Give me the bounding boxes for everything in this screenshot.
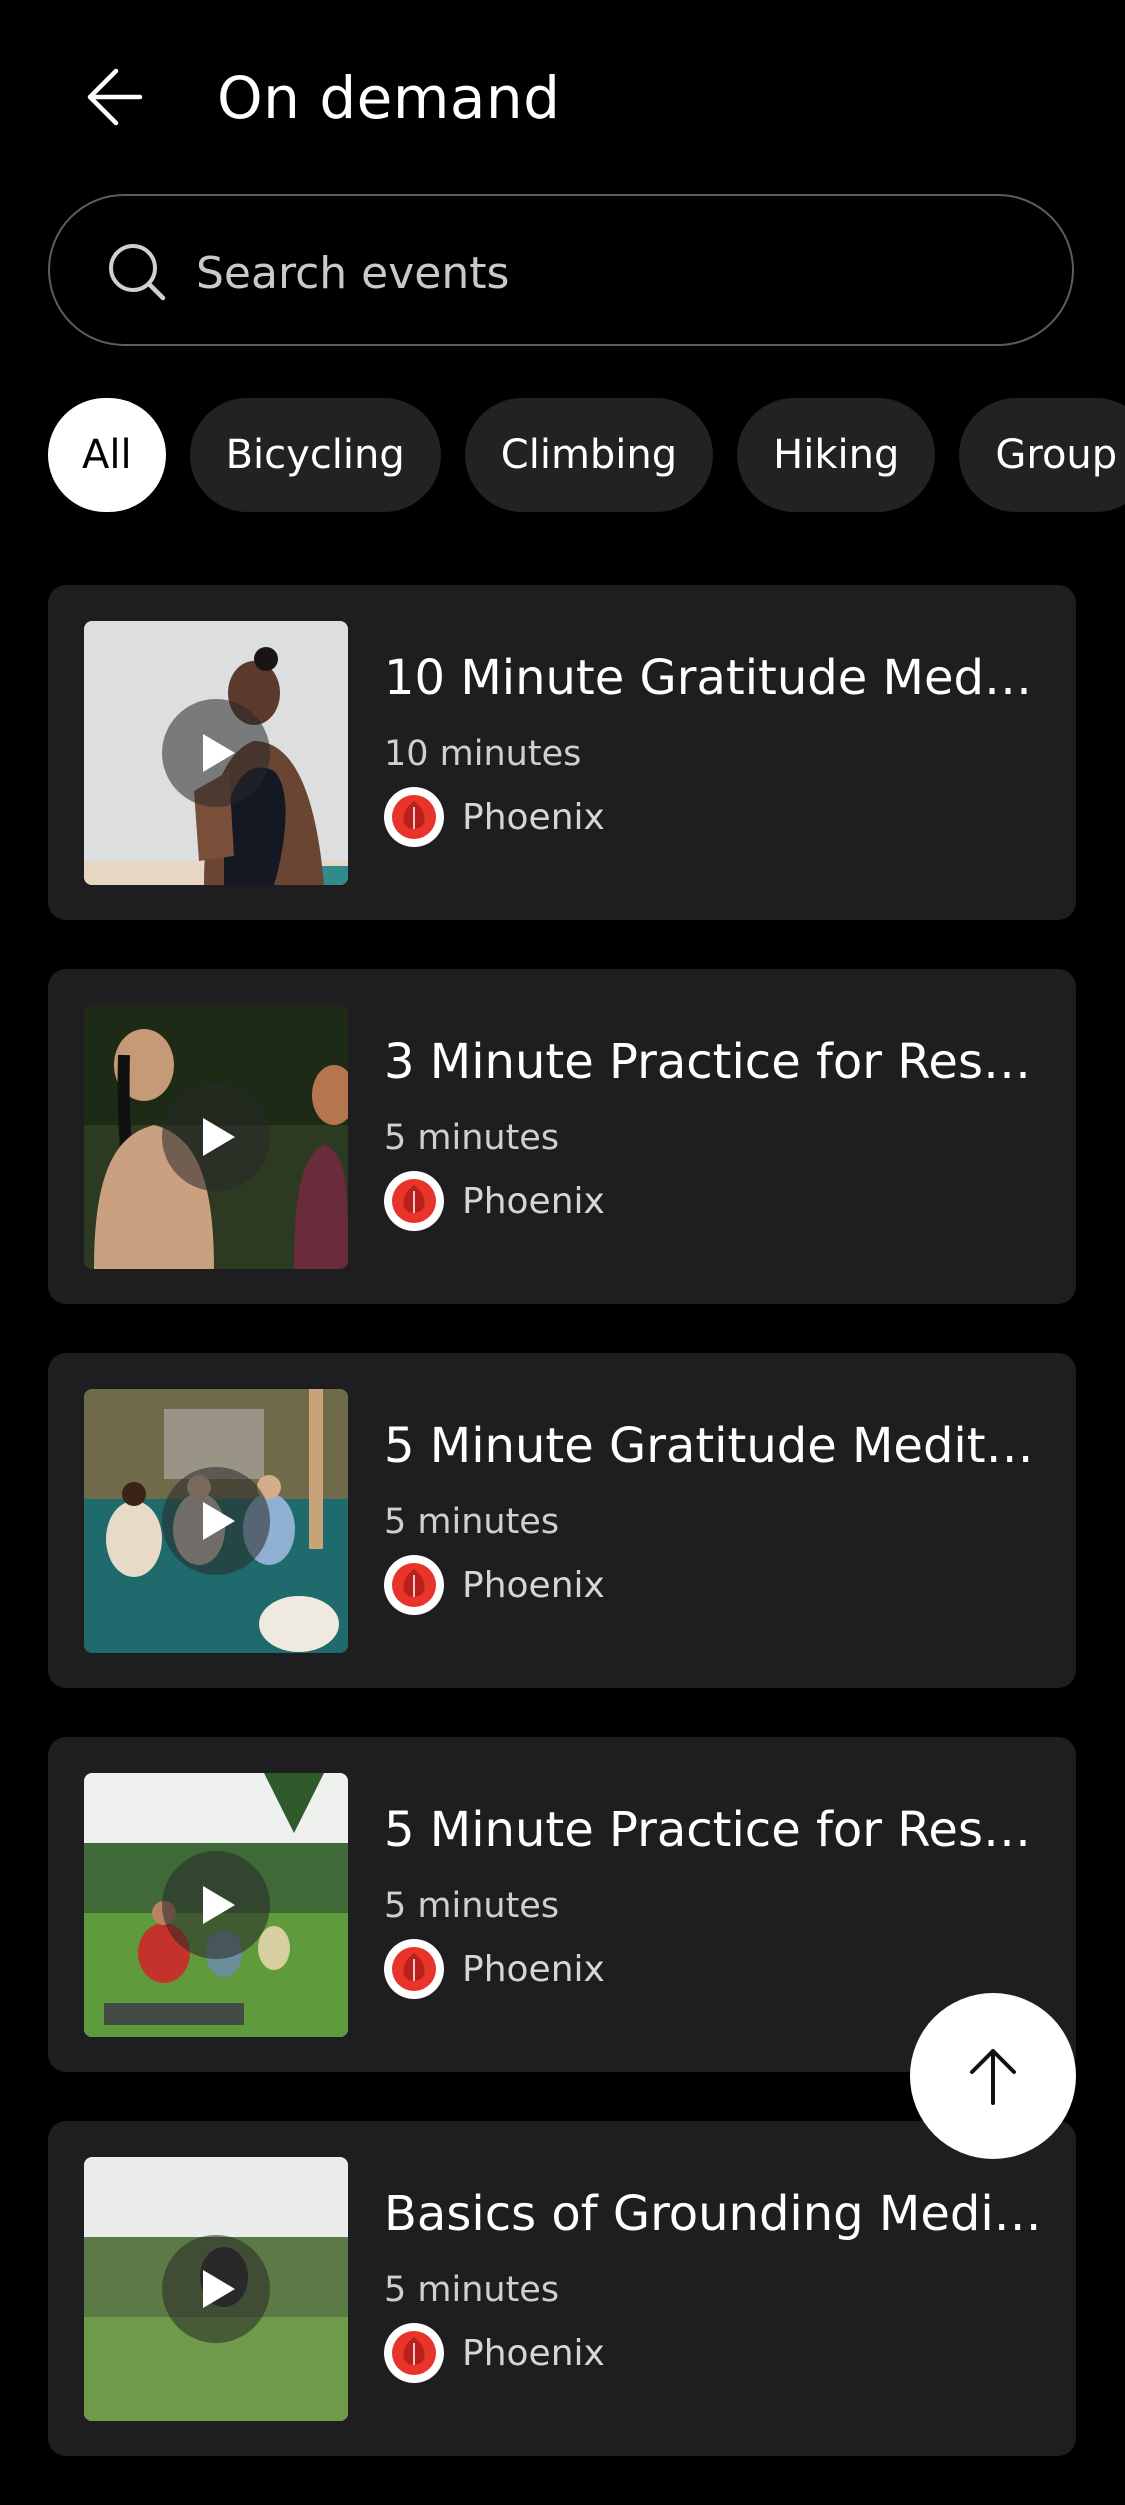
event-location: Phoenix	[384, 787, 605, 847]
event-thumbnail	[84, 621, 348, 885]
event-duration: 5 minutes	[384, 2270, 560, 2310]
event-duration: 5 minutes	[384, 1118, 560, 1158]
arrow-left-icon	[87, 68, 143, 126]
event-duration: 5 minutes	[384, 1502, 560, 1542]
phoenix-logo-icon	[392, 795, 436, 839]
event-duration: 5 minutes	[384, 1886, 560, 1926]
event-location: Phoenix	[384, 1939, 605, 1999]
play-icon	[203, 1502, 235, 1540]
phoenix-logo-icon	[392, 1563, 436, 1607]
filter-chip-bicycling[interactable]: Bicycling	[189, 398, 441, 512]
filter-chip-all[interactable]: All	[48, 398, 166, 512]
location-name: Phoenix	[462, 1948, 605, 1990]
event-card[interactable]: Basics of Grounding Medita... 5 minutes …	[48, 2121, 1076, 2456]
event-title: 5 Minute Gratitude Meditati...	[384, 1418, 1044, 1474]
play-icon	[203, 2270, 235, 2308]
filter-chip-hiking[interactable]: Hiking	[737, 398, 936, 512]
event-location: Phoenix	[384, 1555, 605, 1615]
filter-chip-climbing[interactable]: Climbing	[464, 398, 714, 512]
event-title: 3 Minute Practice for Restfu...	[384, 1034, 1044, 1090]
arrow-up-icon	[970, 2049, 1016, 2105]
event-list: 10 Minute Gratitude Meditat... 10 minute…	[48, 585, 1076, 2505]
location-logo	[384, 2323, 444, 2383]
page-title: On demand	[217, 64, 561, 132]
event-card[interactable]: 5 Minute Practice for Restfu... 5 minute…	[48, 1737, 1076, 2072]
play-button[interactable]	[162, 1083, 270, 1191]
play-button[interactable]	[162, 1467, 270, 1575]
location-logo	[384, 1171, 444, 1231]
location-name: Phoenix	[462, 2332, 605, 2374]
event-thumbnail	[84, 2157, 348, 2421]
app-header: On demand	[0, 0, 1125, 190]
search-bar[interactable]	[48, 194, 1074, 346]
location-name: Phoenix	[462, 1180, 605, 1222]
location-logo	[384, 1555, 444, 1615]
event-thumbnail	[84, 1773, 348, 2037]
search-icon	[109, 244, 166, 301]
scroll-to-top-button[interactable]	[910, 1993, 1076, 2159]
event-thumbnail	[84, 1005, 348, 1269]
event-duration: 10 minutes	[384, 734, 582, 774]
event-title: 10 Minute Gratitude Meditat...	[384, 650, 1044, 706]
category-filter-bar: All Bicycling Climbing Hiking Group	[48, 398, 1125, 514]
event-location: Phoenix	[384, 2323, 605, 2383]
play-button[interactable]	[162, 1851, 270, 1959]
location-name: Phoenix	[462, 796, 605, 838]
event-thumbnail	[84, 1389, 348, 1653]
event-card[interactable]: 5 Minute Gratitude Meditati... 5 minutes…	[48, 1353, 1076, 1688]
phoenix-logo-icon	[392, 1947, 436, 1991]
event-location: Phoenix	[384, 1171, 605, 1231]
play-button[interactable]	[162, 699, 270, 807]
location-logo	[384, 787, 444, 847]
play-icon	[203, 1118, 235, 1156]
event-title: Basics of Grounding Medita...	[384, 2186, 1044, 2242]
event-card[interactable]: 10 Minute Gratitude Meditat... 10 minute…	[48, 585, 1076, 920]
play-icon	[203, 734, 235, 772]
back-button[interactable]	[70, 55, 160, 145]
location-name: Phoenix	[462, 1564, 605, 1606]
filter-chip-group[interactable]: Group	[959, 398, 1125, 512]
play-icon	[203, 1886, 235, 1924]
phoenix-logo-icon	[392, 1179, 436, 1223]
play-button[interactable]	[162, 2235, 270, 2343]
location-logo	[384, 1939, 444, 1999]
event-card[interactable]: 3 Minute Practice for Restfu... 5 minute…	[48, 969, 1076, 1304]
phoenix-logo-icon	[392, 2331, 436, 2375]
event-title: 5 Minute Practice for Restfu...	[384, 1802, 1044, 1858]
search-input[interactable]	[194, 224, 998, 322]
